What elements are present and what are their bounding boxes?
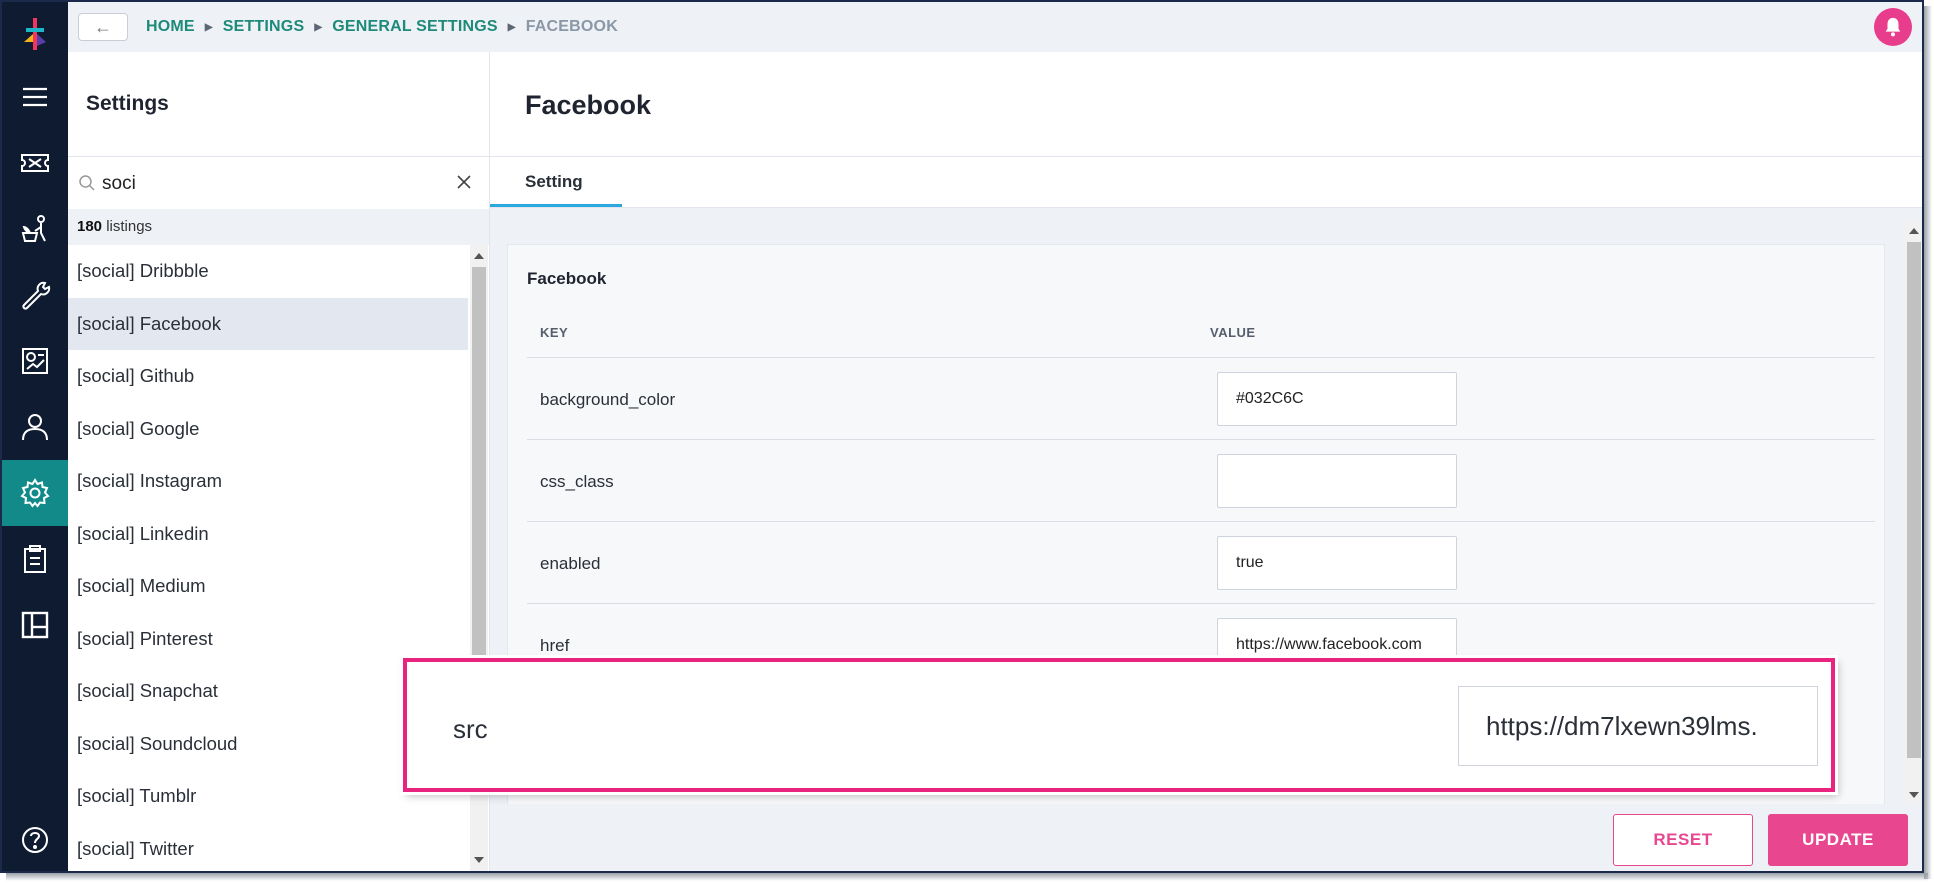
content-scrollbar[interactable] — [1905, 220, 1922, 806]
tab-setting[interactable]: Setting — [525, 172, 583, 192]
listing-count: 180 listings — [68, 209, 489, 245]
row-key: href — [540, 636, 570, 655]
list-item[interactable]: [social] Dribbble — [68, 245, 468, 298]
left-rail — [2, 2, 68, 871]
plant-person-icon[interactable] — [2, 196, 68, 262]
value-column-header: VALUE — [1210, 325, 1256, 340]
row-key: enabled — [540, 554, 601, 573]
back-button[interactable]: ← — [78, 13, 128, 41]
scrollbar-thumb[interactable] — [1907, 242, 1921, 758]
row-key: background_color — [540, 390, 676, 409]
table-row: background_color — [527, 357, 1875, 439]
user-icon[interactable] — [2, 394, 68, 460]
row-key: css_class — [540, 472, 614, 491]
ticket-icon[interactable] — [2, 130, 68, 196]
table-row: enabled — [527, 521, 1875, 603]
listing-count-label: listings — [102, 218, 153, 235]
breadcrumb-separator-icon: ▶ — [204, 21, 213, 33]
scrollbar-thumb[interactable] — [472, 267, 486, 697]
scroll-up-icon[interactable] — [474, 253, 484, 259]
list-item[interactable]: [social] Medium — [68, 560, 468, 613]
close-icon[interactable] — [456, 174, 472, 190]
app-logo[interactable] — [20, 16, 50, 52]
callout-key: src — [453, 714, 488, 744]
scroll-down-icon[interactable] — [1909, 792, 1919, 798]
breadcrumb-separator-icon: ▶ — [314, 21, 323, 33]
breadcrumb-general-settings[interactable]: GENERAL SETTINGS — [332, 18, 498, 36]
key-column-header: KEY — [540, 325, 569, 340]
list-item[interactable]: [social] Linkedin — [68, 508, 468, 561]
wrench-icon[interactable] — [2, 262, 68, 328]
reset-button[interactable]: RESET — [1613, 814, 1753, 866]
search-input[interactable] — [102, 168, 422, 200]
scroll-down-icon[interactable] — [474, 857, 484, 863]
window-shadow — [6, 873, 1928, 881]
value-input[interactable] — [1217, 454, 1457, 508]
board-icon[interactable] — [2, 592, 68, 658]
list-item[interactable]: [social] Instagram — [68, 455, 468, 508]
listing-count-number: 180 — [77, 218, 103, 235]
breadcrumb-separator-icon: ▶ — [507, 21, 516, 33]
breadcrumb-settings[interactable]: SETTINGS — [223, 18, 305, 36]
notification-button[interactable] — [1874, 8, 1912, 46]
value-input[interactable] — [1217, 536, 1457, 590]
list-item[interactable]: [social] Google — [68, 403, 468, 456]
breadcrumb: HOME ▶ SETTINGS ▶ GENERAL SETTINGS ▶ FAC… — [146, 18, 618, 36]
help-icon[interactable] — [2, 807, 68, 871]
card-title: Facebook — [527, 269, 607, 288]
breadcrumb-home[interactable]: HOME — [146, 18, 195, 36]
divider — [68, 156, 489, 157]
src-value-input[interactable] — [1458, 686, 1818, 766]
update-button[interactable]: UPDATE — [1768, 814, 1908, 866]
list-item[interactable]: [social] Github — [68, 350, 468, 403]
page-title: Facebook — [525, 90, 652, 120]
panel-title: Settings — [86, 92, 169, 115]
top-bar: ← HOME ▶ SETTINGS ▶ GENERAL SETTINGS ▶ F… — [68, 2, 1922, 52]
menu-icon[interactable] — [2, 64, 68, 130]
breadcrumb-facebook: FACEBOOK — [525, 18, 618, 35]
bell-icon — [1885, 17, 1901, 37]
scroll-up-icon[interactable] — [1909, 228, 1919, 234]
zoom-callout: src — [403, 658, 1835, 792]
search-icon — [79, 175, 95, 191]
list-item[interactable]: [social] Twitter — [68, 823, 468, 872]
dashboard-report-icon[interactable] — [2, 328, 68, 394]
divider — [490, 156, 1922, 157]
window-shadow — [1924, 6, 1932, 879]
list-item-selected[interactable]: [social] Facebook — [68, 297, 468, 350]
app-window: ← HOME ▶ SETTINGS ▶ GENERAL SETTINGS ▶ F… — [0, 0, 1924, 873]
action-footer: RESET UPDATE — [490, 804, 1922, 871]
clipboard-icon[interactable] — [2, 526, 68, 592]
gear-icon[interactable] — [2, 460, 68, 526]
table-row: css_class — [527, 439, 1875, 521]
value-input[interactable] — [1217, 372, 1457, 426]
